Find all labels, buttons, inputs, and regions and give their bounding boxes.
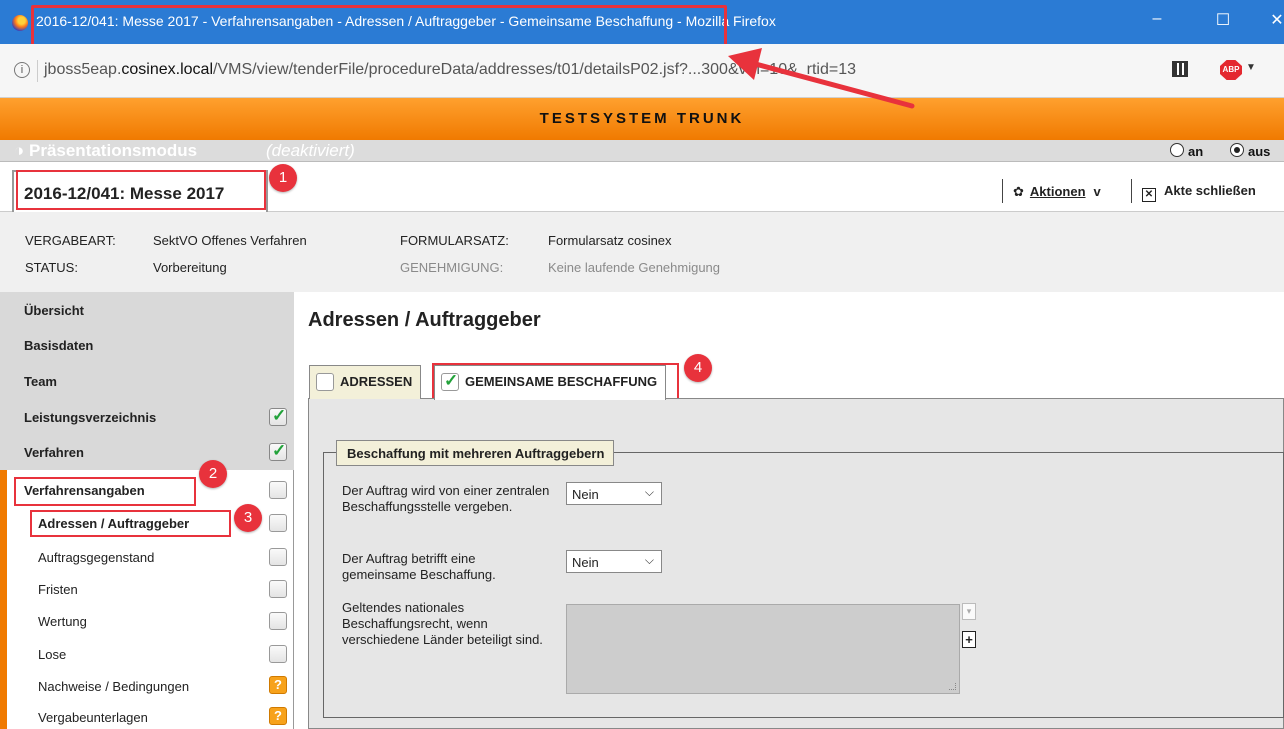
adressen-highlight-box bbox=[30, 510, 231, 537]
url-prefix: jboss5eap. bbox=[44, 61, 122, 78]
nationales-recht-label: Geltendes nationales Beschaffungsrecht, … bbox=[342, 600, 543, 647]
gemeinsame-select-value: Nein bbox=[572, 555, 599, 570]
add-document-icon[interactable]: + bbox=[962, 631, 976, 648]
gemeinsame-beschaffung-select[interactable]: Nein ⌵ bbox=[566, 550, 662, 573]
zentrale-select-value: Nein bbox=[572, 487, 599, 502]
presentation-mode-label: ◑ Präsentationsmodus bbox=[14, 141, 198, 160]
procedure-meta: VERGABEART: SektVO Offenes Verfahren STA… bbox=[0, 212, 1284, 292]
genehmigung-label: GENEHMIGUNG: bbox=[400, 260, 504, 275]
close-file-button[interactable]: ✕ Akte schließen bbox=[1131, 179, 1256, 203]
tab-gemeinsame-label: GEMEINSAME BESCHAFFUNG bbox=[465, 374, 658, 389]
url-field[interactable]: jboss5eap.cosinex.local/VMS/view/tenderF… bbox=[44, 61, 856, 79]
close-file-label: Akte schließen bbox=[1164, 183, 1256, 198]
sidebar-item-leistungsverzeichnis[interactable]: Leistungsverzeichnis bbox=[24, 410, 156, 425]
sidebar-item-uebersicht[interactable]: Übersicht bbox=[24, 303, 84, 318]
status-value: Vorbereitung bbox=[153, 260, 227, 275]
sidebar-item-nachweise[interactable]: Nachweise / Bedingungen bbox=[38, 679, 189, 694]
tab-gemeinsame-beschaffung[interactable]: GEMEINSAME BESCHAFFUNG bbox=[434, 365, 667, 400]
genehmigung-value: Keine laufende Genehmigung bbox=[548, 260, 721, 275]
adblock-dropdown-icon[interactable]: ▼ bbox=[1246, 62, 1256, 73]
url-host: cosinex.local bbox=[121, 61, 213, 78]
title-highlight-box bbox=[31, 5, 727, 47]
formularsatz-label: FORMULARSATZ: bbox=[400, 233, 509, 248]
sidebar-accent-bar bbox=[0, 470, 7, 729]
chevron-down-icon: ⌵ bbox=[644, 485, 654, 499]
sidebar-item-basisdaten[interactable]: Basisdaten bbox=[24, 338, 93, 353]
status-label: STATUS: bbox=[25, 260, 78, 275]
annotation-badge-2: 2 bbox=[199, 460, 227, 488]
document-template-icon[interactable]: ▾ bbox=[962, 603, 976, 620]
gemeinsame-beschaffung-label: Der Auftrag betrifft eine gemeinsame Bes… bbox=[342, 551, 496, 582]
nationales-recht-textarea[interactable] bbox=[566, 604, 960, 694]
close-window-button[interactable]: ✕ bbox=[1262, 10, 1284, 30]
file-title-highlight-box bbox=[16, 170, 266, 210]
vergabeart-label: VERGABEART: bbox=[25, 233, 116, 248]
sidebar-item-lose[interactable]: Lose bbox=[38, 647, 66, 662]
actions-label: Aktionen bbox=[1029, 184, 1086, 199]
info-icon[interactable]: i bbox=[14, 62, 30, 78]
presentation-on-radio[interactable] bbox=[1170, 143, 1184, 157]
nachweise-warning-icon: ? bbox=[269, 676, 287, 694]
auftragsgegenstand-status-icon bbox=[269, 548, 287, 566]
minimize-button[interactable]: – bbox=[1142, 10, 1172, 28]
actions-caret-icon: v bbox=[1093, 184, 1101, 199]
qr-code-icon[interactable] bbox=[1172, 61, 1188, 77]
address-separator bbox=[37, 60, 38, 82]
presentation-on-label: an bbox=[1188, 144, 1204, 159]
address-bar: i jboss5eap.cosinex.local/VMS/view/tende… bbox=[0, 44, 1284, 98]
tab-adressen[interactable]: ADRESSEN bbox=[309, 365, 422, 399]
zentrale-beschaffungsstelle-label: Der Auftrag wird von einer zentralen Bes… bbox=[342, 483, 550, 514]
adressen-status-icon bbox=[269, 514, 287, 532]
presentation-off-radio[interactable] bbox=[1230, 143, 1244, 157]
close-x-icon: ✕ bbox=[1142, 188, 1156, 202]
adblock-icon[interactable]: ABP bbox=[1220, 60, 1242, 80]
tab-adressen-checkbox-icon bbox=[316, 373, 334, 391]
tab-gemeinsame-checkbox-icon bbox=[441, 371, 459, 391]
sidebar-item-fristen[interactable]: Fristen bbox=[38, 582, 78, 597]
leistungsverzeichnis-status-icon bbox=[269, 406, 287, 426]
annotation-badge-4: 4 bbox=[684, 354, 712, 382]
sidebar-item-wertung[interactable]: Wertung bbox=[38, 614, 87, 629]
url-path: /VMS/view/tenderFile/procedureData/addre… bbox=[213, 61, 857, 78]
vergabeunterlagen-warning-icon: ? bbox=[269, 707, 287, 725]
gear-icon: ✿ bbox=[1013, 184, 1024, 199]
maximize-button[interactable]: ☐ bbox=[1208, 10, 1238, 30]
wertung-status-icon bbox=[269, 612, 287, 630]
sidebar-item-vergabeunterlagen[interactable]: Vergabeunterlagen bbox=[38, 710, 148, 725]
verfahrensangaben-highlight-box bbox=[14, 477, 196, 506]
fristen-status-icon bbox=[269, 580, 287, 598]
chevron-down-icon: ⌵ bbox=[644, 553, 654, 567]
sidebar-item-team[interactable]: Team bbox=[24, 374, 57, 389]
actions-menu-button[interactable]: ✿ Aktionen v bbox=[1002, 179, 1101, 203]
annotation-badge-1: 1 bbox=[269, 164, 297, 192]
verfahrensangaben-status-icon bbox=[269, 481, 287, 499]
tab-adressen-label: ADRESSEN bbox=[340, 374, 413, 389]
zentrale-beschaffungsstelle-select[interactable]: Nein ⌵ bbox=[566, 482, 662, 505]
annotation-badge-3: 3 bbox=[234, 504, 262, 532]
formularsatz-value: Formularsatz cosinex bbox=[548, 233, 672, 248]
sidebar-item-verfahren[interactable]: Verfahren bbox=[24, 445, 84, 460]
fieldset-legend: Beschaffung mit mehreren Auftraggebern bbox=[336, 440, 615, 466]
test-system-banner: TESTSYSTEM TRUNK bbox=[0, 98, 1284, 140]
firefox-icon bbox=[12, 15, 28, 31]
presentation-off-label: aus bbox=[1248, 144, 1271, 159]
presentation-mode-status: (deaktiviert) bbox=[266, 141, 355, 160]
presentation-mode-bar: ◑ Präsentationsmodus (deaktiviert) an au… bbox=[0, 140, 1284, 162]
lose-status-icon bbox=[269, 645, 287, 663]
sidebar-item-auftragsgegenstand[interactable]: Auftragsgegenstand bbox=[38, 550, 154, 565]
page-title: Adressen / Auftraggeber bbox=[308, 309, 541, 331]
vergabeart-value: SektVO Offenes Verfahren bbox=[153, 233, 307, 248]
verfahren-status-icon bbox=[269, 441, 287, 461]
